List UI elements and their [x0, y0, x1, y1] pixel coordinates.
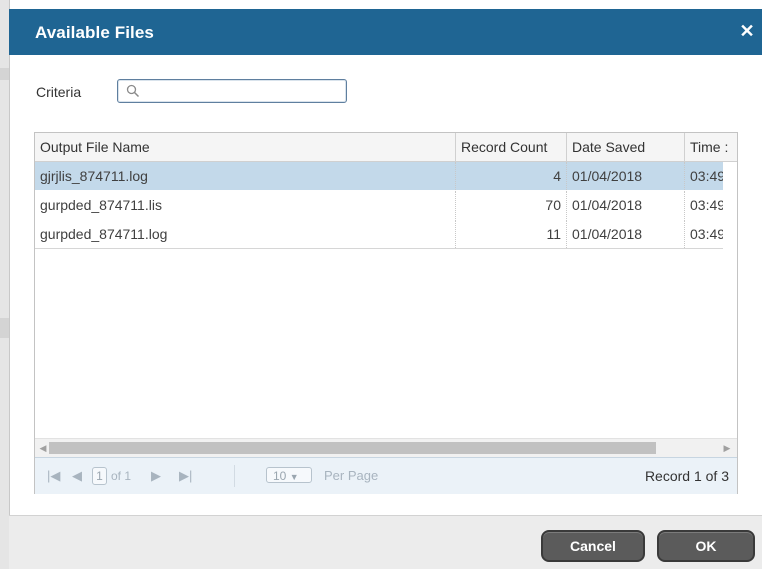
page-size-value: 10 [273, 469, 287, 483]
files-grid: Output File Name Record Count Date Saved… [34, 132, 738, 494]
record-count-cell: 70 [456, 191, 567, 219]
cancel-button[interactable]: Cancel [541, 530, 645, 562]
file-name-cell: gurpded_874711.lis [35, 191, 456, 219]
edge-segment [0, 68, 9, 80]
dialog-title-bar: Available Files ✕ [9, 9, 762, 55]
close-icon[interactable]: ✕ [739, 22, 755, 40]
file-name-cell: gurpded_874711.log [35, 220, 456, 248]
record-count-cell: 11 [456, 220, 567, 248]
edge-segment [0, 318, 9, 338]
record-count-info: Record 1 of 3 [644, 468, 729, 484]
table-row[interactable]: gjrjlis_874711.log 4 01/04/2018 03:49: [35, 162, 723, 190]
table-row[interactable]: gurpded_874711.log 11 01/04/2018 03:49: [35, 220, 723, 248]
record-count-cell: 4 [456, 162, 567, 190]
file-name-cell: gjrjlis_874711.log [35, 162, 456, 190]
horizontal-scrollbar[interactable]: ◀ ▶ [35, 438, 737, 457]
current-page-input[interactable]: 1 [92, 467, 107, 485]
date-saved-cell: 01/04/2018 [567, 191, 685, 219]
table-row[interactable]: gurpded_874711.lis 70 01/04/2018 03:49: [35, 191, 723, 219]
pagination-bar: |◀ ◀ 1 of 1 ▶ ▶| 10 ▼ Per Page Record 1 … [35, 457, 737, 494]
time-cell: 03:49: [690, 226, 723, 242]
date-saved-cell: 01/04/2018 [567, 162, 685, 190]
criteria-input[interactable] [144, 82, 340, 100]
first-page-icon[interactable]: |◀ [47, 467, 60, 485]
column-header-record-count[interactable]: Record Count [456, 133, 567, 161]
per-page-label: Per Page [324, 468, 379, 483]
background-page-edge [0, 0, 10, 569]
page-size-select[interactable]: 10 ▼ [266, 467, 312, 483]
criteria-search-field[interactable] [117, 79, 347, 103]
ok-button[interactable]: OK [657, 530, 755, 562]
time-cell: 03:49: [690, 197, 723, 213]
scroll-right-icon[interactable]: ▶ [722, 443, 732, 453]
date-saved-cell: 01/04/2018 [567, 220, 685, 248]
chevron-down-icon: ▼ [289, 472, 299, 482]
column-header-time[interactable]: Time : [685, 133, 737, 161]
pager-divider [234, 465, 235, 487]
column-header-date-saved[interactable]: Date Saved [567, 133, 685, 161]
available-files-dialog: Available Files ✕ Criteria Output File N… [0, 0, 762, 569]
prev-page-icon[interactable]: ◀ [72, 467, 82, 485]
dialog-footer: Cancel OK [9, 515, 762, 569]
grid-header: Output File Name Record Count Date Saved… [35, 133, 737, 162]
criteria-label: Criteria [36, 84, 82, 100]
rows-divider [35, 248, 723, 249]
page-of-label: of 1 [111, 469, 132, 483]
dialog-title: Available Files [35, 23, 154, 42]
scrollbar-thumb[interactable] [49, 442, 656, 454]
search-icon [126, 84, 140, 98]
next-page-icon[interactable]: ▶ [151, 467, 161, 485]
column-header-output-file-name[interactable]: Output File Name [35, 133, 456, 161]
last-page-icon[interactable]: ▶| [179, 467, 192, 485]
time-cell: 03:49: [690, 168, 723, 184]
scroll-left-icon[interactable]: ◀ [38, 443, 48, 453]
